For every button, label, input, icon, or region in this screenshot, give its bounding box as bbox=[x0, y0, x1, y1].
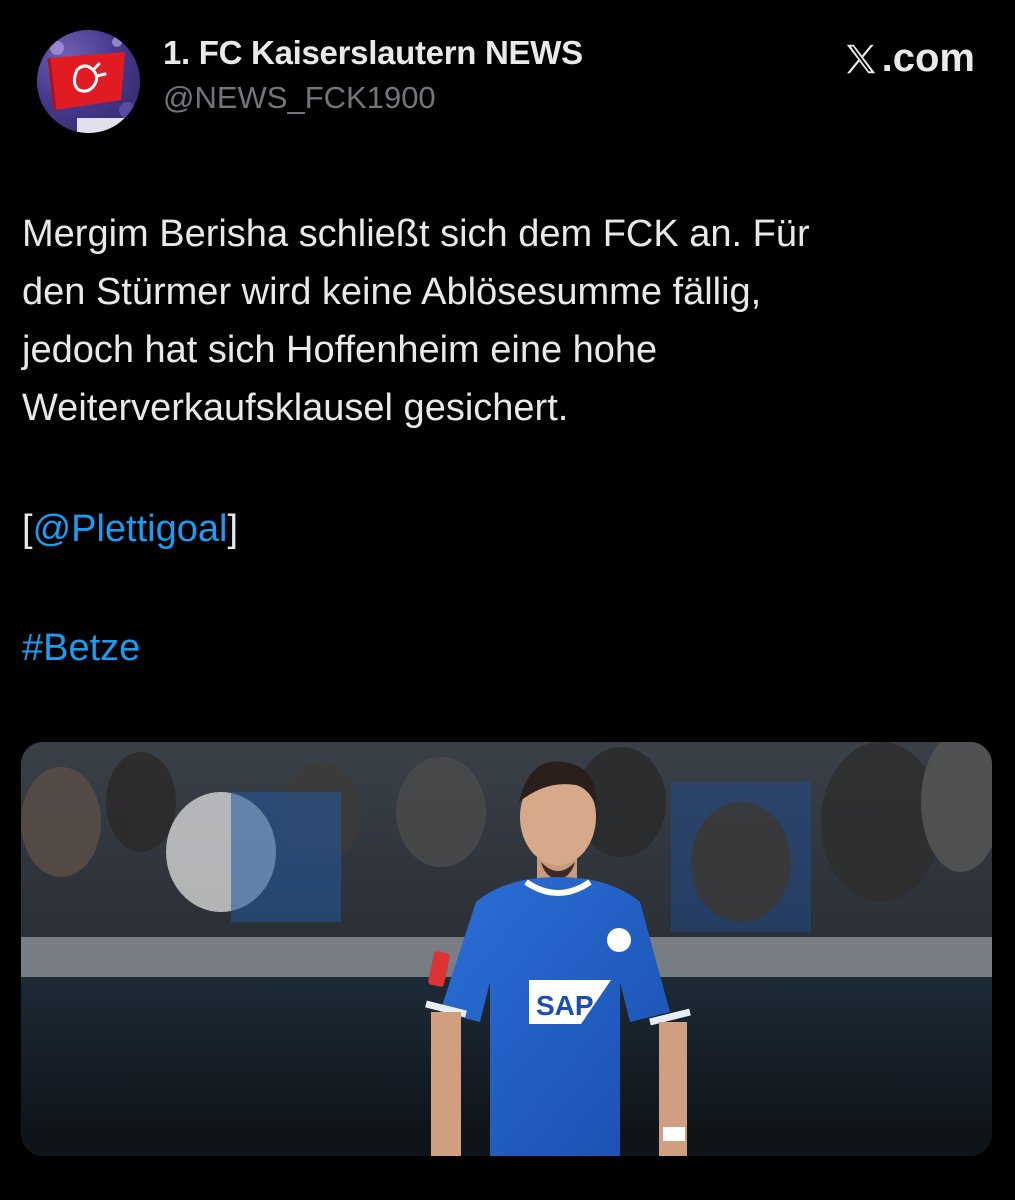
mention-link[interactable]: @Plettigoal bbox=[33, 508, 228, 550]
player-photo: SAP bbox=[21, 742, 992, 1156]
account-handle[interactable]: @NEWS_FCK1900 bbox=[163, 80, 436, 116]
tweet-line: den Stürmer wird keine Ablösesumme fälli… bbox=[22, 271, 762, 313]
tweet-line: Mergim Berisha schließt sich dem FCK an.… bbox=[22, 213, 810, 255]
hashtag-link[interactable]: #Betze bbox=[22, 627, 140, 670]
tweet-line: Weiterverkaufsklausel gesichert. bbox=[22, 387, 569, 429]
mention-close-bracket: ] bbox=[227, 508, 239, 550]
account-avatar[interactable] bbox=[37, 30, 140, 133]
account-display-name[interactable]: 1. FC Kaiserslautern NEWS bbox=[163, 34, 583, 72]
tweet-body: Mergim Berisha schließt sich dem FCK an.… bbox=[22, 205, 982, 437]
mention-open-bracket: [ bbox=[22, 508, 33, 550]
x-brand: .com bbox=[842, 36, 975, 81]
tweet-media-photo[interactable]: SAP bbox=[21, 742, 992, 1156]
mention-line: [@Plettigoal] bbox=[22, 508, 238, 551]
jersey-sponsor-text: SAP bbox=[536, 990, 594, 1021]
tweet-line: jedoch hat sich Hoffenheim eine hohe bbox=[22, 329, 658, 371]
x-brand-suffix: .com bbox=[881, 36, 975, 80]
fck-flag-avatar-icon bbox=[37, 30, 140, 133]
x-logo-icon bbox=[842, 40, 880, 78]
